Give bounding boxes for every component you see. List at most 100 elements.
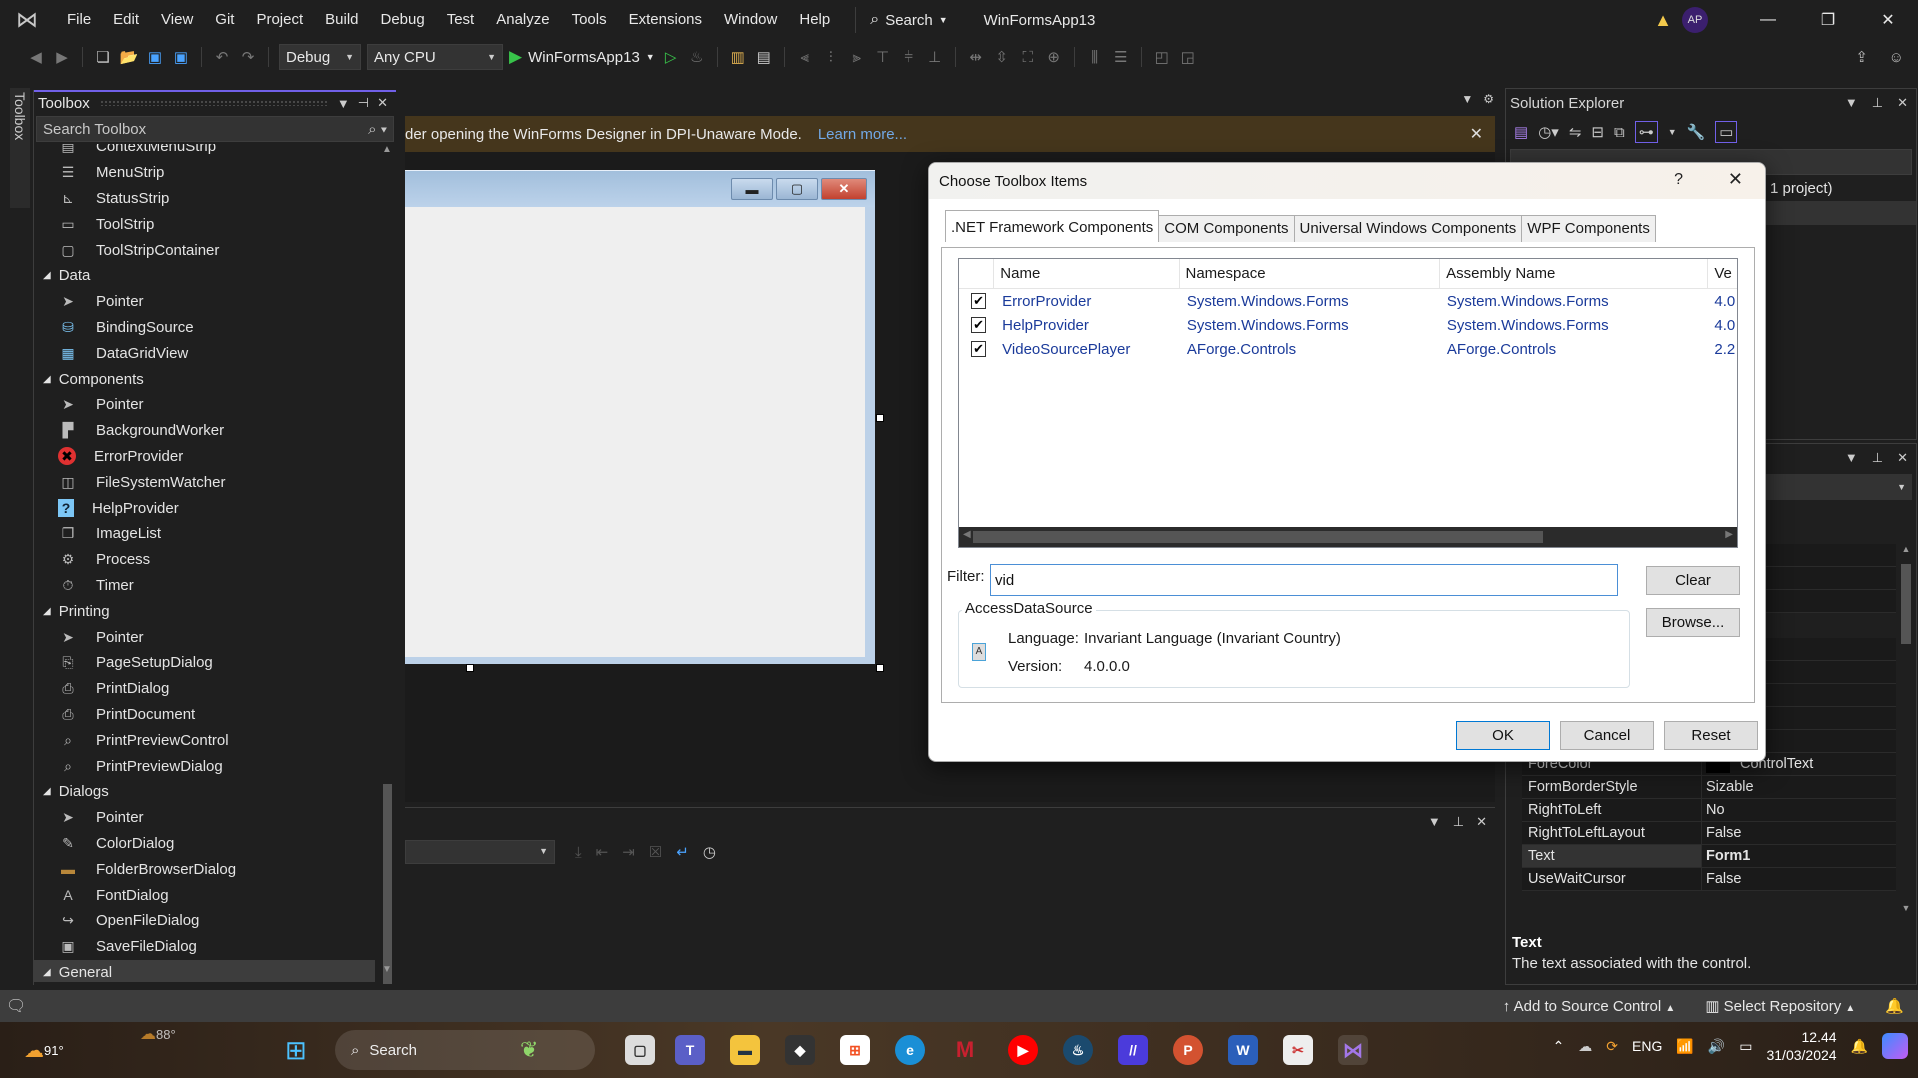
align-centers-icon[interactable]: ⫶: [821, 49, 841, 66]
clear-all-icon[interactable]: ☒: [649, 843, 662, 861]
scrollbar-thumb[interactable]: [383, 784, 392, 984]
start-without-debugging-icon[interactable]: ▷: [661, 48, 681, 66]
toolbox-item[interactable]: ⊾ StatusStrip: [34, 186, 375, 212]
powerpoint-app[interactable]: P: [1173, 1032, 1203, 1068]
collapse-all-icon[interactable]: ⊟: [1591, 123, 1604, 141]
properties-window-icon[interactable]: ▤: [754, 48, 774, 66]
window-position-icon[interactable]: ▼: [1845, 450, 1858, 466]
resize-handle-corner[interactable]: [876, 664, 884, 672]
toolbox-item[interactable]: ⛁ BindingSource: [34, 315, 375, 341]
send-to-back-icon[interactable]: ◲: [1178, 48, 1198, 66]
toolbox-item[interactable]: ▦ DataGridView: [34, 340, 375, 366]
toolbox-item[interactable]: ▤ ContextMenuStrip: [34, 144, 375, 160]
close-icon[interactable]: ✕: [1897, 450, 1908, 466]
open-file-icon[interactable]: 📂: [119, 48, 139, 66]
undo-icon[interactable]: ↶: [212, 48, 232, 66]
feedback-icon[interactable]: ☺: [1889, 49, 1904, 66]
list-row[interactable]: ✔ HelpProvider System.Windows.Forms System.…: [959, 313, 1737, 337]
forward-icon[interactable]: ▶: [52, 48, 72, 66]
tab-list-icon[interactable]: ▼: [1461, 92, 1473, 106]
zoom-icon[interactable]: ⊕: [1044, 48, 1064, 66]
onedrive-error-icon[interactable]: ☁: [1578, 1038, 1592, 1055]
toolbox-item[interactable]: ⌕ PrintPreviewDialog: [34, 753, 375, 779]
list-row[interactable]: ✔ VideoSourcePlayer AForge.Controls AForge.…: [959, 337, 1737, 361]
youtube-music-app[interactable]: ▶: [1008, 1032, 1038, 1068]
toolbox-search-input[interactable]: Search Toolbox ⌕ ▾: [36, 116, 394, 142]
toolbox-item[interactable]: ⎙ PrintDialog: [34, 676, 375, 702]
tab-net-framework-components[interactable]: .NET Framework Components: [945, 210, 1160, 242]
browse-button[interactable]: Browse...: [1646, 608, 1740, 637]
resize-handle-right[interactable]: [876, 414, 884, 422]
resize-handle-bottom[interactable]: [466, 664, 474, 672]
mcafee-app[interactable]: M: [950, 1032, 980, 1068]
align-middles-icon[interactable]: ⫩: [899, 49, 919, 66]
search-menu-button[interactable]: ⌕ Search ▼: [855, 7, 948, 33]
center-vertically-icon[interactable]: ☰: [1111, 48, 1131, 66]
show-all-files-icon[interactable]: ⧉: [1614, 124, 1625, 141]
word-wrap-icon[interactable]: ↵: [676, 843, 689, 861]
redo-icon[interactable]: ↷: [238, 48, 258, 66]
align-lefts-icon[interactable]: ⫷: [795, 49, 815, 66]
proton-vpn-app[interactable]: ◆: [785, 1032, 815, 1068]
toolbox-item[interactable]: ↪ OpenFileDialog: [34, 908, 375, 934]
hot-reload-icon[interactable]: ♨: [687, 48, 707, 66]
close-icon[interactable]: ✕: [1897, 95, 1908, 111]
add-to-source-control-button[interactable]: ↑ Add to Source Control ▲: [1503, 998, 1676, 1015]
dialog-close-button[interactable]: ✕: [1728, 169, 1743, 190]
menu-build[interactable]: Build: [314, 0, 369, 40]
toolbox-category[interactable]: ◢ Components: [34, 366, 375, 392]
scroll-left-icon[interactable]: ◀: [963, 529, 971, 540]
row-checkbox[interactable]: ✔: [971, 341, 987, 357]
pin-icon[interactable]: ⊥: [1872, 95, 1883, 111]
toolbox-side-tab[interactable]: Toolbox: [10, 88, 30, 208]
scroll-down-icon[interactable]: ▼: [1900, 903, 1912, 919]
toolbox-item[interactable]: ▬ FolderBrowserDialog: [34, 856, 375, 882]
scroll-up-icon[interactable]: ▲: [1900, 544, 1912, 560]
toolbox-item[interactable]: ➤ Pointer: [34, 392, 375, 418]
copilot-icon[interactable]: [1882, 1033, 1908, 1059]
weather-widget[interactable]: ☁ 91°: [24, 1032, 64, 1068]
select-repository-button[interactable]: ▥ Select Repository ▲: [1705, 997, 1855, 1015]
warning-icon[interactable]: ▲: [1654, 10, 1672, 31]
expand-triangle-icon[interactable]: ◢: [43, 270, 51, 281]
notifications-bell-icon[interactable]: 🔔: [1885, 997, 1904, 1015]
menu-analyze[interactable]: Analyze: [485, 0, 560, 40]
menu-view[interactable]: View: [150, 0, 204, 40]
next-message-icon[interactable]: ⇥: [622, 843, 635, 861]
preview-icon[interactable]: ▭: [1715, 121, 1738, 143]
menu-test[interactable]: Test: [436, 0, 486, 40]
switch-views-icon[interactable]: ▤: [1514, 123, 1528, 141]
toolbox-category[interactable]: ◢ Printing: [34, 598, 375, 624]
solution-explorer-icon[interactable]: ▥: [728, 48, 748, 66]
filter-input[interactable]: [990, 564, 1618, 596]
property-row-formborderstyle[interactable]: FormBorderStyle Sizable: [1522, 776, 1896, 799]
notification-bubble-icon[interactable]: 🗨: [6, 996, 26, 1016]
learn-more-link[interactable]: Learn more...: [818, 126, 907, 143]
toolbox-item[interactable]: ▛ BackgroundWorker: [34, 418, 375, 444]
ok-button[interactable]: OK: [1456, 721, 1550, 750]
toolbox-item[interactable]: ? HelpProvider: [34, 495, 375, 521]
toolbox-item[interactable]: ✖ ErrorProvider: [34, 444, 375, 470]
tab-universal-windows-components[interactable]: Universal Windows Components: [1293, 215, 1523, 242]
scroll-down-icon[interactable]: ▼: [380, 964, 394, 982]
column-header-namespace[interactable]: Namespace: [1180, 259, 1441, 288]
list-row[interactable]: ✔ ErrorProvider System.Windows.Forms System…: [959, 289, 1737, 313]
save-icon[interactable]: ▣: [145, 48, 165, 66]
previous-message-icon[interactable]: ⇤: [596, 843, 609, 861]
word-app[interactable]: W: [1228, 1032, 1258, 1068]
toolbox-item[interactable]: ⚙ Process: [34, 547, 375, 573]
properties-wrench-icon[interactable]: 🔧: [1687, 123, 1706, 141]
tab-com-components[interactable]: COM Components: [1158, 215, 1295, 242]
wifi-icon[interactable]: 📶: [1676, 1038, 1693, 1055]
visual-studio-app[interactable]: ⋈: [1338, 1032, 1368, 1068]
align-tops-icon[interactable]: ⊤: [873, 48, 893, 66]
help-button[interactable]: ?: [1674, 171, 1683, 189]
language-indicator[interactable]: ENG: [1632, 1038, 1662, 1054]
sync-icon[interactable]: ⇋: [1569, 123, 1582, 141]
settings-icon[interactable]: ⚙: [1483, 92, 1494, 106]
output-source-dropdown[interactable]: ▼: [405, 840, 555, 864]
start-button[interactable]: ⊞: [285, 1032, 307, 1068]
go-to-location-icon[interactable]: ⤓: [575, 844, 582, 861]
menu-help[interactable]: Help: [788, 0, 841, 40]
pending-changes-filter-icon[interactable]: ◷▾: [1538, 123, 1559, 141]
